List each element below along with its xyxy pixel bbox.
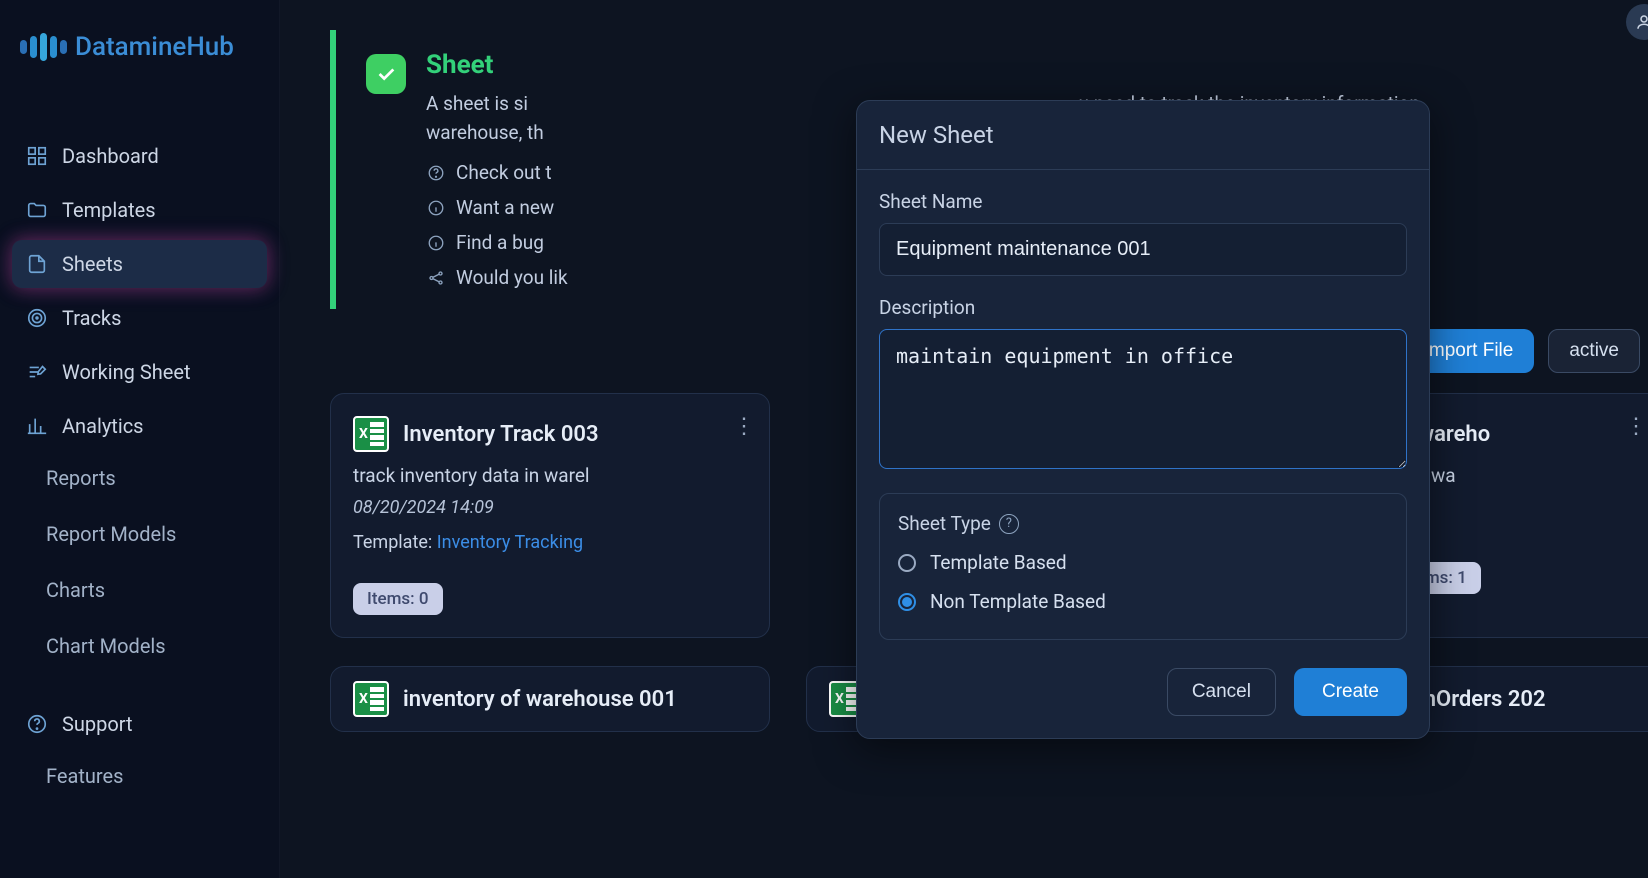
sidebar-item-sheets[interactable]: Sheets (12, 240, 267, 288)
card-date: 08/20/2024 14:09 (353, 497, 747, 518)
subnav-charts[interactable]: Charts (46, 572, 267, 608)
card-template-link[interactable]: Inventory Tracking (437, 532, 583, 553)
help-icon[interactable]: ? (999, 514, 1019, 534)
subnav-reports[interactable]: Reports (46, 460, 267, 496)
bars-icon (26, 415, 48, 437)
target-icon (26, 307, 48, 329)
cancel-button[interactable]: Cancel (1167, 668, 1276, 716)
card-title: inventory of warehouse 001 (403, 687, 677, 712)
grid-icon (26, 145, 48, 167)
sidebar-item-working-sheet[interactable]: Working Sheet (12, 348, 267, 396)
sidebar-item-label: Analytics (62, 414, 144, 438)
info-icon (426, 198, 446, 218)
help-icon (426, 163, 446, 183)
sidebar: DatamineHub Dashboard Templates Sheets (0, 0, 280, 878)
sheet-name-input[interactable] (879, 223, 1407, 276)
create-button[interactable]: Create (1294, 668, 1407, 716)
support-block: Support Features (12, 704, 267, 788)
sidebar-item-tracks[interactable]: Tracks (12, 294, 267, 342)
sidebar-item-dashboard[interactable]: Dashboard (12, 132, 267, 180)
intro-title: Sheet (426, 50, 1420, 80)
brand-name: DatamineHub (75, 32, 234, 62)
spreadsheet-icon (353, 681, 389, 717)
share-icon (426, 268, 446, 288)
sheet-card[interactable]: ⋮ Inventory Track 003 track inventory da… (330, 393, 770, 638)
file-icon (26, 253, 48, 275)
sheet-type-label: Sheet Type ? (898, 512, 1388, 535)
spreadsheet-icon (353, 416, 389, 452)
card-template: Template: Inventory Tracking (353, 532, 747, 553)
subnav-chart-models[interactable]: Chart Models (46, 628, 267, 664)
analytics-subnav: Reports Report Models Charts Chart Model… (12, 460, 267, 664)
subnav-report-models[interactable]: Report Models (46, 516, 267, 552)
help-icon (26, 713, 48, 735)
sidebar-item-features[interactable]: Features (12, 764, 267, 788)
items-badge: Items: 0 (353, 583, 443, 615)
new-sheet-modal: New Sheet Sheet Name Description Sheet T… (856, 100, 1430, 739)
edit-lines-icon (26, 361, 48, 383)
filter-active-button[interactable]: active (1548, 329, 1640, 373)
sheet-name-label: Sheet Name (879, 190, 1407, 213)
modal-title: New Sheet (857, 101, 1429, 170)
sidebar-item-label: Support (62, 712, 133, 736)
folder-icon (26, 199, 48, 221)
card-title: Inventory Track 003 (403, 422, 599, 447)
radio-icon (898, 593, 916, 611)
card-menu-icon[interactable]: ⋮ (733, 414, 755, 439)
card-menu-icon[interactable]: ⋮ (1625, 414, 1647, 439)
brand-logo[interactable]: DatamineHub (12, 20, 267, 92)
sidebar-item-label: Dashboard (62, 144, 159, 168)
sidebar-item-label: Templates (62, 198, 156, 222)
sidebar-item-label: Tracks (62, 306, 121, 330)
radio-non-template-based[interactable]: Non Template Based (898, 590, 1388, 613)
info-icon (426, 233, 446, 253)
sidebar-item-label: Working Sheet (62, 360, 191, 384)
radio-icon (898, 554, 916, 572)
sidebar-item-label: Sheets (62, 252, 123, 276)
brand-logo-icon (20, 33, 67, 61)
sheet-card[interactable]: inventory of warehouse 001 (330, 666, 770, 732)
check-icon (366, 54, 406, 94)
main-content: Sheet A sheet is si ....................… (280, 0, 1648, 878)
description-textarea[interactable] (879, 329, 1407, 469)
sidebar-item-templates[interactable]: Templates (12, 186, 267, 234)
sheet-type-group: Sheet Type ? Template Based Non Template… (879, 493, 1407, 640)
card-description: track inventory data in warel (353, 464, 747, 487)
sidebar-item-analytics[interactable]: Analytics (12, 402, 267, 450)
radio-template-based[interactable]: Template Based (898, 551, 1388, 574)
sidebar-item-support[interactable]: Support (12, 704, 267, 744)
description-label: Description (879, 296, 1407, 319)
primary-nav: Dashboard Templates Sheets Tracks (12, 132, 267, 450)
